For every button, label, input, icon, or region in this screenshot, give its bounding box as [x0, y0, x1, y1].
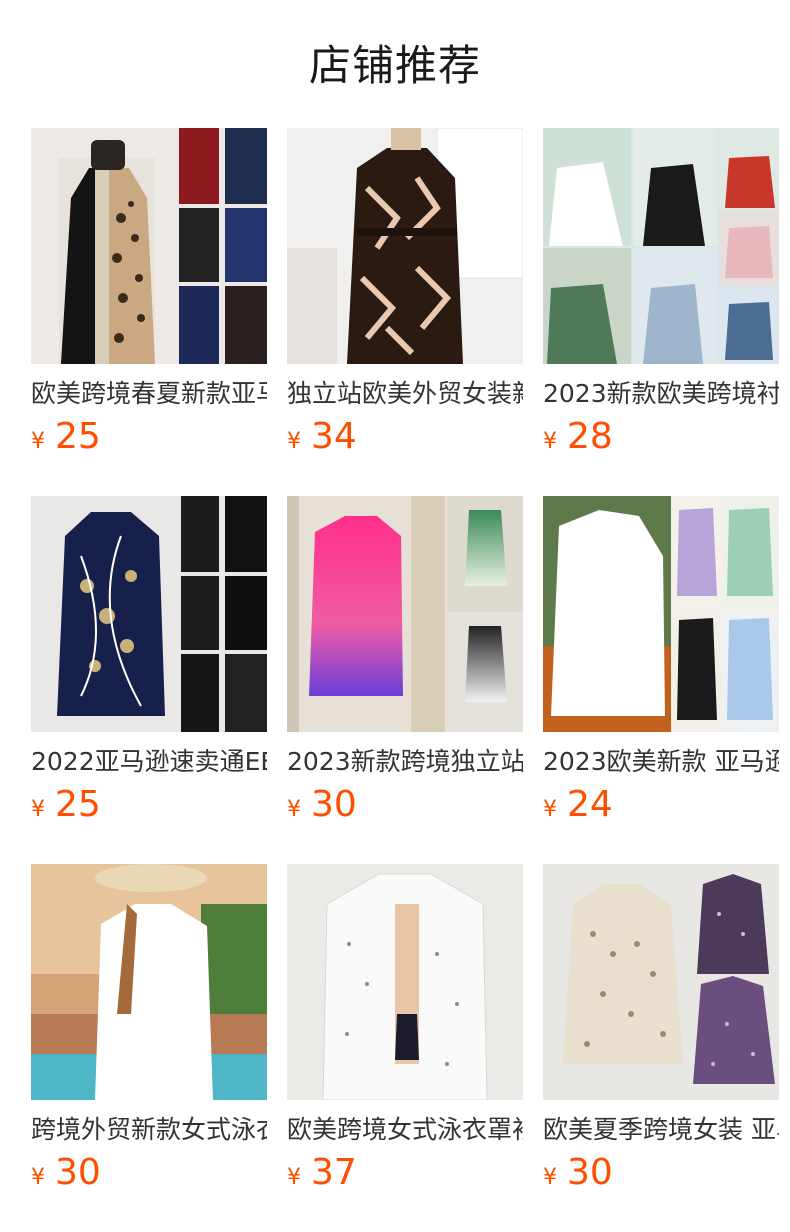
product-image[interactable] — [287, 128, 523, 364]
product-card[interactable]: 2023新款跨境独立站女装 ¥ 30 — [287, 496, 523, 864]
product-image[interactable] — [543, 496, 779, 732]
product-price: ¥ 37 — [287, 1152, 523, 1196]
currency-symbol: ¥ — [287, 797, 301, 822]
product-title[interactable]: 2022亚马逊速卖通EBAY — [31, 744, 267, 780]
product-price: ¥ 28 — [543, 416, 779, 460]
product-title[interactable]: 2023新款欧美跨境衬衫裙 — [543, 376, 779, 412]
product-image[interactable] — [31, 864, 267, 1100]
price-value: 25 — [55, 784, 101, 825]
product-price: ¥ 25 — [31, 784, 267, 828]
product-card[interactable]: 2022亚马逊速卖通EBAY ¥ 25 — [31, 496, 267, 864]
product-title[interactable]: 独立站欧美外贸女装新款 — [287, 376, 523, 412]
product-price: ¥ 30 — [543, 1152, 779, 1196]
product-image[interactable] — [31, 128, 267, 364]
price-value: 28 — [567, 416, 613, 457]
product-title[interactable]: 欧美跨境春夏新款亚马逊 — [31, 376, 267, 412]
product-row: 欧美跨境春夏新款亚马逊 ¥ 25 — [31, 128, 790, 496]
product-image[interactable] — [287, 864, 523, 1100]
product-price: ¥ 30 — [287, 784, 523, 828]
product-card[interactable]: 欧美跨境女式泳衣罩衫 ¥ 37 — [287, 864, 523, 1232]
product-card[interactable]: 欧美夏季跨境女装 亚马逊 ¥ 30 — [543, 864, 779, 1232]
currency-symbol: ¥ — [287, 1165, 301, 1190]
product-row: 2022亚马逊速卖通EBAY ¥ 25 — [31, 496, 790, 864]
price-value: 30 — [311, 784, 357, 825]
price-value: 30 — [55, 1152, 101, 1193]
price-value: 37 — [311, 1152, 357, 1193]
currency-symbol: ¥ — [31, 1165, 45, 1190]
product-price: ¥ 30 — [31, 1152, 267, 1196]
currency-symbol: ¥ — [543, 797, 557, 822]
product-card[interactable]: 独立站欧美外贸女装新款 ¥ 34 — [287, 128, 523, 496]
product-row: 跨境外贸新款女式泳衣罩衫 ¥ 30 欧美跨境女式泳衣罩衫 — [31, 864, 790, 1232]
product-card[interactable]: 2023欧美新款 亚马逊 ¥ 24 — [543, 496, 779, 864]
product-title[interactable]: 欧美夏季跨境女装 亚马逊 — [543, 1112, 779, 1148]
price-value: 34 — [311, 416, 357, 457]
product-title[interactable]: 跨境外贸新款女式泳衣罩衫 — [31, 1112, 267, 1148]
product-grid: 欧美跨境春夏新款亚马逊 ¥ 25 — [31, 128, 790, 1232]
product-image[interactable] — [543, 864, 779, 1100]
currency-symbol: ¥ — [543, 1165, 557, 1190]
price-value: 24 — [567, 784, 613, 825]
product-price: ¥ 25 — [31, 416, 267, 460]
product-title[interactable]: 2023欧美新款 亚马逊 — [543, 744, 779, 780]
product-card[interactable]: 跨境外贸新款女式泳衣罩衫 ¥ 30 — [31, 864, 267, 1232]
product-title[interactable]: 2023新款跨境独立站女装 — [287, 744, 523, 780]
product-title[interactable]: 欧美跨境女式泳衣罩衫 — [287, 1112, 523, 1148]
product-card[interactable]: 欧美跨境春夏新款亚马逊 ¥ 25 — [31, 128, 267, 496]
page-title: 店铺推荐 — [308, 41, 481, 90]
product-image[interactable] — [287, 496, 523, 732]
price-value: 25 — [55, 416, 101, 457]
currency-symbol: ¥ — [543, 429, 557, 454]
product-image[interactable] — [543, 128, 779, 364]
currency-symbol: ¥ — [31, 429, 45, 454]
currency-symbol: ¥ — [31, 797, 45, 822]
currency-symbol: ¥ — [287, 429, 301, 454]
product-price: ¥ 34 — [287, 416, 523, 460]
product-card[interactable]: 2023新款欧美跨境衬衫裙 ¥ 28 — [543, 128, 779, 496]
product-price: ¥ 24 — [543, 784, 779, 828]
price-value: 30 — [567, 1152, 613, 1193]
product-image[interactable] — [31, 496, 267, 732]
